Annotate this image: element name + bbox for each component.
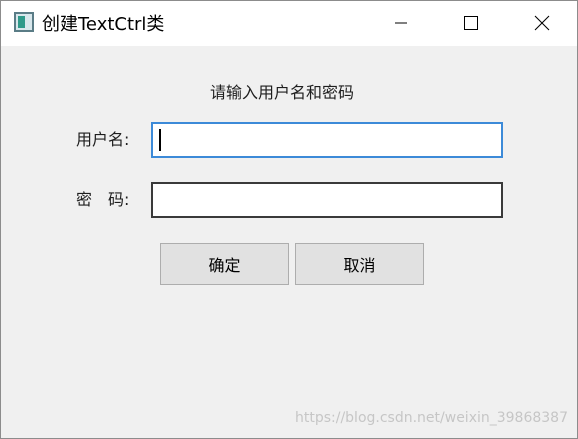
password-input[interactable] [151, 182, 503, 218]
username-input[interactable] [151, 122, 503, 158]
minimize-button[interactable] [366, 0, 436, 46]
maximize-button[interactable] [436, 0, 506, 46]
window-title: 创建TextCtrl类 [42, 14, 165, 35]
close-icon [534, 15, 550, 31]
title-bar[interactable]: 创建TextCtrl类 [0, 0, 578, 46]
close-button[interactable] [506, 0, 578, 46]
watermark-text: https://blog.csdn.net/weixin_39868387 [294, 410, 568, 426]
username-label: 用户名: [76, 130, 130, 149]
minimize-icon [395, 22, 407, 24]
maximize-icon [464, 16, 478, 30]
password-label: 密 码: [76, 190, 130, 209]
window-frame [0, 0, 578, 439]
app-icon [14, 12, 34, 32]
text-caret [159, 129, 161, 151]
cancel-button[interactable]: 取消 [295, 243, 424, 285]
form-heading: 请输入用户名和密码 [210, 83, 355, 102]
ok-button[interactable]: 确定 [160, 243, 289, 285]
